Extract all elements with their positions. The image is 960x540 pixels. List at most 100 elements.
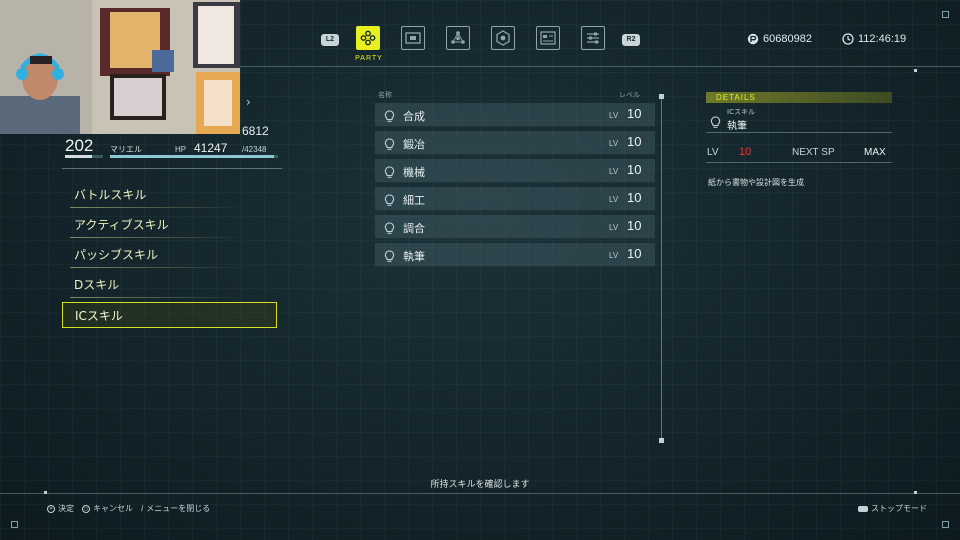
scrollbar[interactable] [661, 96, 662, 442]
details-description: 紙から書物や設計図を生成 [708, 178, 804, 187]
footer-dot-left [44, 491, 47, 494]
party-icon [360, 30, 376, 46]
details-lv-label: LV [707, 147, 719, 158]
tab-map[interactable] [401, 26, 425, 50]
skill-name: 鍛冶 [403, 138, 425, 151]
hp-bar [110, 155, 278, 158]
skill-bulb-icon [384, 108, 395, 127]
footer-stop-mode-label: ストップモード [871, 504, 927, 513]
currency-value: 60680982 [763, 33, 812, 45]
hp-max: /42348 [242, 145, 267, 154]
column-header-name: 名称 [378, 91, 392, 99]
skill-level: 10 [627, 246, 642, 261]
tab-party[interactable] [356, 26, 380, 50]
skill-name: 調合 [403, 222, 425, 235]
skill-lv-tag: LV [609, 223, 619, 232]
footer-confirm[interactable]: ✕ 決定 [47, 503, 74, 514]
footer-divider [0, 493, 960, 494]
document-list-icon [540, 31, 556, 45]
corner-marker-bl-icon [11, 521, 18, 528]
next-character-chevron-icon[interactable]: › [246, 95, 251, 109]
menu-item[interactable]: アクティブスキル [62, 212, 277, 238]
hp-current: 41247 [194, 141, 228, 155]
skill-bulb-icon [710, 116, 721, 128]
details-header: DETAILS [706, 92, 892, 103]
skill-bulb-icon [384, 192, 395, 211]
exp-bar-fill [65, 155, 92, 158]
hexagon-badge-icon [496, 30, 510, 46]
skill-level: 10 [627, 218, 642, 233]
divider-dot [914, 69, 917, 72]
tab-network[interactable] [446, 26, 470, 50]
scrollbar-bottom-dot [659, 438, 664, 443]
footer-confirm-label: 決定 [58, 504, 74, 513]
menu-item-label: パッシブスキル [74, 248, 159, 262]
skill-row[interactable]: 執筆 LV 10 [375, 243, 655, 267]
tab-settings[interactable] [581, 26, 605, 50]
details-category: ICスキル [727, 108, 755, 116]
skill-name: 機械 [403, 166, 425, 179]
menu-item-underline [70, 207, 245, 208]
skill-name: 合成 [403, 110, 425, 123]
details-lv-value: 10 [739, 146, 752, 158]
skill-row[interactable]: 合成 LV 10 [375, 103, 655, 127]
details-next-sp-value: MAX [864, 147, 886, 158]
hp-bar-fill [110, 155, 274, 158]
options-button-icon: i [141, 504, 144, 513]
skill-row[interactable]: 調合 LV 10 [375, 215, 655, 239]
footer-dot-right [914, 491, 917, 494]
footer-close-menu[interactable]: i メニューを閉じる [141, 503, 210, 514]
network-icon [451, 31, 465, 44]
menu-item-label: バトルスキル [74, 188, 147, 202]
skill-row[interactable]: 鍛冶 LV 10 [375, 131, 655, 155]
tab-badge[interactable] [491, 26, 515, 50]
webcam-image [0, 0, 240, 134]
skill-row[interactable]: 細工 LV 10 [375, 187, 655, 211]
menu-item-underline [70, 297, 245, 298]
map-card-icon [405, 32, 421, 44]
menu-item[interactable]: バトルスキル [62, 182, 277, 208]
skill-lv-tag: LV [609, 139, 619, 148]
skill-row[interactable]: 機械 LV 10 [375, 159, 655, 183]
column-header-level: レベル [619, 91, 640, 99]
details-next-sp-label: NEXT SP [792, 147, 835, 158]
playtime-display: 112:46:19 [842, 33, 906, 45]
scrollbar-top-dot [659, 94, 664, 99]
details-skill-name: 執筆 [727, 121, 747, 132]
playtime-value: 112:46:19 [858, 33, 907, 45]
skill-bulb-icon [384, 220, 395, 239]
skill-level: 10 [627, 162, 642, 177]
corner-marker-icon [942, 11, 949, 18]
menu-item[interactable]: Dスキル [62, 272, 277, 298]
menu-item-label: アクティブスキル [74, 218, 169, 232]
circle-button-icon: ○ [82, 504, 90, 513]
r2-button-icon[interactable]: R2 [622, 34, 640, 46]
details-divider-top [706, 132, 892, 133]
skill-name: 細工 [403, 194, 425, 207]
hp-label: HP [175, 145, 187, 154]
currency-icon [747, 33, 759, 45]
menu-item-label: Dスキル [74, 278, 120, 292]
skill-bulb-icon [384, 164, 395, 183]
skill-bulb-icon [384, 136, 395, 155]
footer-stop-mode[interactable]: ストップモード [858, 503, 927, 514]
clock-icon [842, 33, 854, 45]
menu-item-underline [70, 267, 245, 268]
tab-documents[interactable] [536, 26, 560, 50]
skill-level: 10 [627, 134, 642, 149]
touchpad-button-icon [858, 505, 868, 512]
corner-marker-br-icon [942, 521, 949, 528]
footer-cancel[interactable]: ○ キャンセル [82, 503, 133, 514]
skill-lv-tag: LV [609, 167, 619, 176]
webcam-overlay [0, 0, 240, 134]
menu-item-label: ICスキル [75, 309, 123, 323]
menu-item[interactable]: ICスキル [62, 302, 277, 328]
footer-cancel-label: キャンセル [93, 504, 133, 513]
l2-button-icon[interactable]: L2 [321, 34, 339, 46]
menu-item-underline [70, 237, 245, 238]
skill-name: 執筆 [403, 250, 425, 263]
help-text: 所持スキルを確認します [430, 480, 530, 490]
currency-display: 60680982 [747, 33, 812, 45]
character-divider [62, 168, 282, 169]
menu-item[interactable]: パッシブスキル [62, 242, 277, 268]
